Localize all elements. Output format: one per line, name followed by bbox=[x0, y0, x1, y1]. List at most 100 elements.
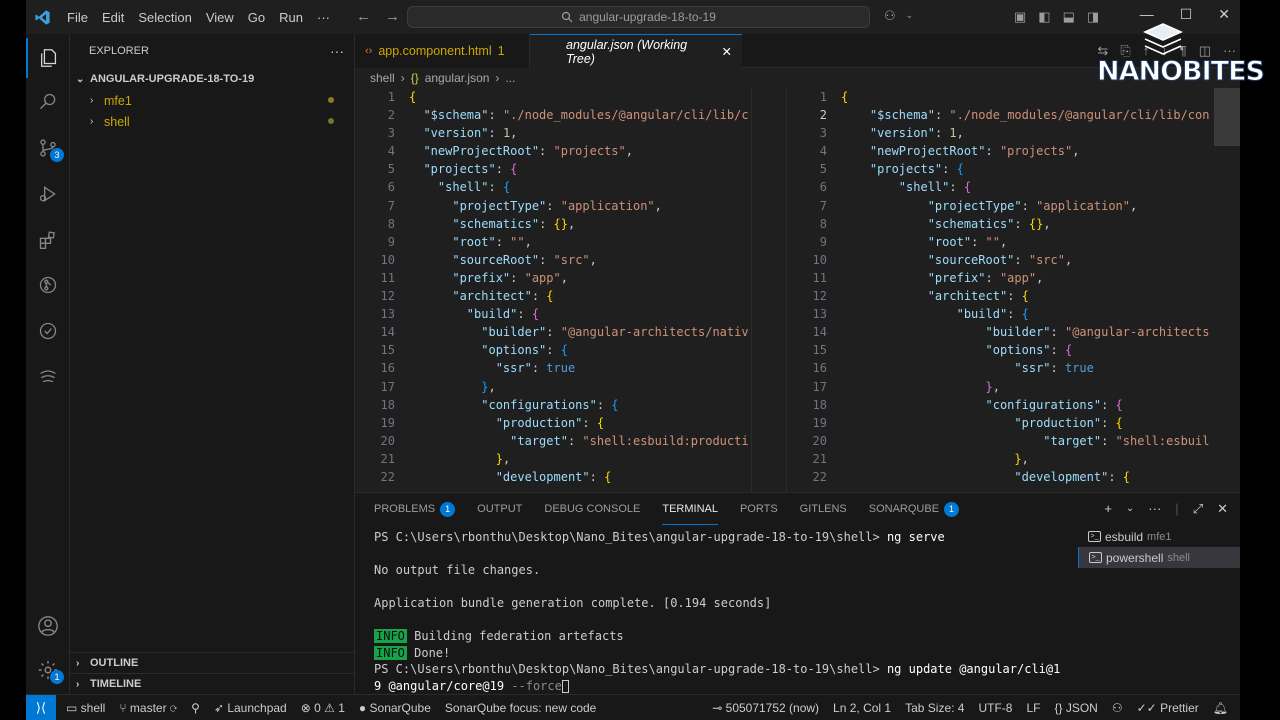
code-text: "projectType": "application", bbox=[452, 198, 662, 213]
diff-pane-modified[interactable]: 1 {2 "$schema": "./node_modules/@angular/… bbox=[786, 88, 1211, 492]
code-line: 20 "target": "shell:esbuil bbox=[787, 432, 1211, 450]
tab-app-component[interactable]: ‹› app.component.html 1 bbox=[355, 34, 530, 68]
minimap-left[interactable] bbox=[751, 88, 786, 492]
menu-go[interactable]: Go bbox=[241, 10, 272, 25]
command-center[interactable]: angular-upgrade-18-to-19 bbox=[407, 6, 870, 28]
forward-arrow-icon[interactable]: → bbox=[385, 8, 400, 25]
status-sonar-focus[interactable]: SonarQube focus: new code bbox=[445, 701, 596, 715]
breadcrumb-folder[interactable]: shell bbox=[370, 71, 395, 85]
menu-edit[interactable]: Edit bbox=[95, 10, 131, 25]
status-launchpad[interactable]: ➶ Launchpad bbox=[214, 701, 287, 715]
search-view-icon[interactable] bbox=[26, 82, 70, 122]
code-line: 6 "shell": { bbox=[787, 178, 1211, 196]
tab-gitlens[interactable]: GITLENS bbox=[800, 493, 847, 525]
code-line: 12 "architect": { bbox=[787, 287, 1211, 305]
sonarqube-icon[interactable] bbox=[26, 356, 70, 396]
status-eol[interactable]: LF bbox=[1026, 701, 1040, 715]
gitlens-status-icon[interactable]: ⚲ bbox=[191, 701, 200, 715]
tree-item-shell[interactable]: › shell bbox=[70, 111, 354, 132]
gitlens-icon[interactable] bbox=[26, 265, 70, 305]
notifications-bell-icon[interactable]: 🔔︎ bbox=[1213, 701, 1228, 715]
run-debug-icon[interactable] bbox=[26, 174, 70, 214]
tab-sonarqube[interactable]: SONARQUBE 1 bbox=[869, 493, 960, 525]
status-bar: ⟩⟨ ▭ shell ⑂ master ⟳ ⚲ ➶ Launchpad ⊗ 0 … bbox=[26, 694, 1240, 720]
outline-section[interactable]: › OUTLINE bbox=[70, 652, 355, 673]
line-number: 22 bbox=[380, 469, 395, 484]
code-line: 14 "builder": "@angular-architects/nativ bbox=[355, 323, 751, 341]
status-encoding[interactable]: UTF-8 bbox=[978, 701, 1012, 715]
code-text: "sourceRoot": "src", bbox=[927, 252, 1073, 267]
copilot-icon[interactable]: ⚇ bbox=[884, 8, 896, 24]
menu-file[interactable]: File bbox=[60, 10, 95, 25]
workspace-folder[interactable]: ⌄ ANGULAR-UPGRADE-18-TO-19 bbox=[70, 68, 354, 90]
extensions-icon[interactable] bbox=[26, 220, 70, 260]
code-text: "options": { bbox=[481, 343, 568, 358]
terminal-output[interactable]: PS C:\Users\rbonthu\Desktop\Nano_Bites\a… bbox=[374, 529, 1060, 694]
status-position[interactable]: Ln 2, Col 1 bbox=[833, 701, 891, 715]
close-panel-icon[interactable]: ✕ bbox=[1217, 501, 1228, 517]
sync-icon: ⟳ bbox=[169, 700, 178, 715]
code-line: 5 "projects": { bbox=[355, 160, 751, 178]
menu-view[interactable]: View bbox=[199, 10, 241, 25]
close-tab-icon[interactable]: ✕ bbox=[722, 44, 732, 59]
source-control-icon[interactable]: 3 bbox=[26, 128, 70, 168]
toggle-panel-icon[interactable]: ⬓ bbox=[1063, 9, 1075, 25]
terminal-item-esbuild[interactable]: >_ esbuild mfe1 bbox=[1078, 526, 1240, 547]
code-text: "version": 1, bbox=[423, 126, 518, 141]
tree-item-mfe1[interactable]: › mfe1 bbox=[70, 90, 354, 111]
code-line: 22 "development": { bbox=[787, 468, 1211, 486]
breadcrumb-more[interactable]: ... bbox=[505, 71, 515, 85]
separator: | bbox=[1175, 501, 1179, 516]
timeline-section[interactable]: › TIMELINE bbox=[70, 673, 355, 694]
status-folder[interactable]: ▭ shell bbox=[66, 701, 105, 715]
toggle-sidebar-icon[interactable]: ◧ bbox=[1038, 9, 1050, 25]
line-number: 17 bbox=[812, 379, 827, 394]
settings-gear-icon[interactable]: 1 bbox=[26, 650, 70, 690]
more-actions-icon[interactable]: ··· bbox=[1148, 501, 1161, 517]
diff-pane-original[interactable]: 1{2 "$schema": "./node_modules/@angular/… bbox=[355, 88, 751, 492]
tab-angular-json[interactable]: angular.json (Working Tree) ✕ bbox=[530, 34, 742, 68]
status-problems[interactable]: ⊗ 0 ⚠ 1 bbox=[301, 701, 345, 715]
status-language[interactable]: {} JSON bbox=[1054, 701, 1097, 715]
menu-more[interactable]: ··· bbox=[310, 10, 337, 25]
explorer-icon[interactable] bbox=[26, 38, 70, 78]
status-branch[interactable]: ⑂ master ⟳ bbox=[119, 701, 177, 715]
tab-terminal[interactable]: TERMINAL bbox=[662, 493, 718, 525]
status-tab-size[interactable]: Tab Size: 4 bbox=[905, 701, 964, 715]
chevron-down-icon[interactable]: ⌄ bbox=[906, 8, 914, 24]
terminal-item-powershell[interactable]: >_ powershell shell bbox=[1078, 547, 1240, 568]
tab-ports[interactable]: PORTS bbox=[740, 493, 778, 525]
chevron-down-icon[interactable]: ⌄ bbox=[1126, 501, 1134, 517]
scrollbar-thumb[interactable] bbox=[1214, 88, 1240, 146]
chevron-right-icon: › bbox=[90, 116, 94, 127]
account-icon[interactable] bbox=[26, 606, 70, 646]
status-sonar[interactable]: ● SonarQube bbox=[359, 701, 431, 715]
code-line: 15 "options": { bbox=[787, 341, 1211, 359]
status-prettier[interactable]: ✓✓ Prettier bbox=[1137, 701, 1199, 715]
maximize-panel-icon[interactable]: ⤢ bbox=[1193, 501, 1203, 517]
layout-controls: ▣ ◧ ⬓ ◨ bbox=[1014, 9, 1099, 25]
bottom-panel: PROBLEMS 1 OUTPUT DEBUG CONSOLE TERMINAL … bbox=[355, 492, 1240, 694]
code-text: "$schema": "./node_modules/@angular/cli/… bbox=[869, 108, 1210, 123]
menu-selection[interactable]: Selection bbox=[131, 10, 198, 25]
customize-layout-icon[interactable]: ▣ bbox=[1014, 9, 1026, 25]
line-number: 21 bbox=[812, 451, 827, 466]
breadcrumb-file[interactable]: angular.json bbox=[425, 71, 490, 85]
testing-icon[interactable] bbox=[26, 311, 70, 351]
remote-icon[interactable]: ⟩⟨ bbox=[26, 694, 56, 720]
minimap-right[interactable] bbox=[1211, 88, 1240, 492]
code-line: 7 "projectType": "application", bbox=[787, 197, 1211, 215]
vscode-logo-icon bbox=[26, 0, 58, 34]
back-arrow-icon[interactable]: ← bbox=[356, 8, 371, 25]
terminal-list: >_ esbuild mfe1 >_ powershell shell bbox=[1078, 526, 1240, 568]
more-actions-icon[interactable]: ··· bbox=[330, 43, 344, 59]
menu-run[interactable]: Run bbox=[272, 10, 310, 25]
copilot-status-icon[interactable]: ⚇ bbox=[1112, 701, 1123, 715]
terminal-line: Application bundle generation complete. … bbox=[374, 596, 772, 610]
status-commit-label: 505071752 (now) bbox=[725, 700, 820, 715]
status-commit[interactable]: ⊸ 505071752 (now) bbox=[712, 701, 819, 715]
tab-problems[interactable]: PROBLEMS 1 bbox=[374, 493, 456, 525]
tab-debug-console[interactable]: DEBUG CONSOLE bbox=[544, 493, 640, 525]
new-terminal-icon[interactable]: + bbox=[1104, 501, 1112, 517]
tab-output[interactable]: OUTPUT bbox=[477, 493, 522, 525]
